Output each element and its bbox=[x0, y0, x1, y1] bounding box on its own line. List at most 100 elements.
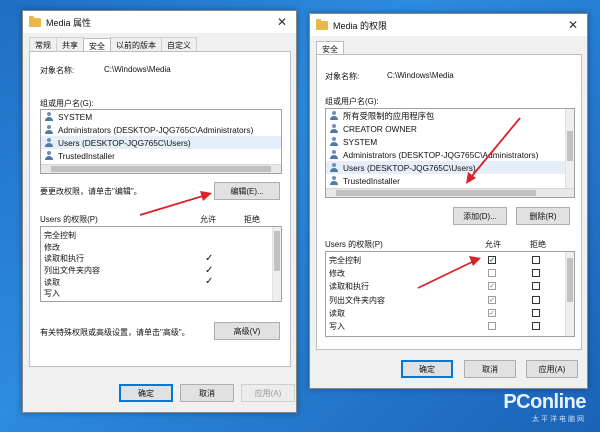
cancel-button[interactable]: 取消 bbox=[180, 384, 234, 402]
permission-row: 写入 bbox=[41, 288, 281, 300]
scroll-thumb[interactable] bbox=[336, 190, 536, 196]
tab-previous-versions[interactable]: 以前的版本 bbox=[110, 37, 162, 51]
permission-label: Users 的权限(P) bbox=[325, 240, 383, 249]
scroll-thumb[interactable] bbox=[51, 166, 271, 172]
dialog-buttons: 确定 取消 应用(A) bbox=[23, 374, 296, 412]
scroll-thumb[interactable] bbox=[567, 258, 573, 302]
watermark: PConline 太平洋电脑网 bbox=[503, 391, 586, 424]
apply-button[interactable]: 应用(A) bbox=[526, 360, 578, 378]
change-hint: 要更改权限，请单击"编辑"。 bbox=[40, 187, 142, 196]
list-item[interactable]: SYSTEM bbox=[326, 135, 574, 148]
user-group-icon bbox=[329, 176, 339, 185]
allow-checkbox[interactable] bbox=[488, 269, 496, 278]
user-group-icon bbox=[44, 151, 54, 160]
permission-name: 完全控制 bbox=[44, 231, 76, 241]
tab-customize[interactable]: 自定义 bbox=[161, 37, 197, 51]
folder-icon bbox=[29, 15, 41, 27]
user-list[interactable]: SYSTEM Administrators (DESKTOP-JQG765C\A… bbox=[40, 109, 282, 174]
list-item[interactable]: TrustedInstaller bbox=[326, 174, 574, 187]
vertical-scrollbar[interactable] bbox=[565, 252, 574, 336]
vertical-scrollbar[interactable] bbox=[565, 109, 574, 188]
permission-name: 修改 bbox=[44, 242, 60, 252]
list-item-selected[interactable]: Users (DESKTOP-JQG765C\Users) bbox=[326, 161, 574, 174]
apply-button[interactable]: 应用(A) bbox=[241, 384, 295, 402]
ok-button[interactable]: 确定 bbox=[401, 360, 453, 378]
deny-header: 拒绝 bbox=[244, 215, 260, 224]
tab-strip: 常规 共享 安全 以前的版本 自定义 bbox=[23, 33, 296, 52]
permission-name: 列出文件夹内容 bbox=[44, 266, 100, 276]
group-label: 组或用户名(G): bbox=[325, 97, 379, 106]
user-group-icon bbox=[329, 137, 339, 146]
deny-checkbox[interactable] bbox=[532, 269, 540, 278]
object-name-value: C:\Windows\Media bbox=[387, 71, 454, 80]
allow-check-icon: ✓ bbox=[205, 253, 214, 265]
advanced-button[interactable]: 高级(V) bbox=[214, 322, 280, 340]
app-package-icon bbox=[329, 111, 339, 120]
object-name-label: 对象名称: bbox=[325, 72, 360, 81]
user-group-icon bbox=[44, 125, 54, 134]
tab-general[interactable]: 常规 bbox=[29, 37, 57, 51]
allow-checkbox[interactable] bbox=[488, 321, 496, 330]
advanced-hint: 有关特殊权限或高级设置，请单击"高级"。 bbox=[40, 328, 190, 337]
user-group-icon bbox=[329, 124, 339, 133]
vertical-scrollbar[interactable] bbox=[272, 227, 281, 301]
deny-checkbox[interactable] bbox=[532, 282, 540, 291]
allow-check-icon: ✓ bbox=[205, 276, 214, 288]
close-icon[interactable]: ✕ bbox=[559, 14, 587, 36]
permission-row: 列出文件夹内容 ✓ bbox=[326, 294, 574, 307]
deny-checkbox[interactable] bbox=[532, 295, 540, 304]
close-icon[interactable]: ✕ bbox=[268, 11, 296, 33]
permission-row: 读取 ✓ bbox=[41, 276, 281, 288]
horizontal-scrollbar[interactable] bbox=[41, 164, 281, 173]
list-item[interactable]: Administrators (DESKTOP-JQG765C\Administ… bbox=[326, 148, 574, 161]
cancel-button[interactable]: 取消 bbox=[464, 360, 516, 378]
deny-checkbox[interactable] bbox=[532, 321, 540, 330]
tab-security[interactable]: 安全 bbox=[316, 41, 344, 55]
title-bar[interactable]: Media 属性 ✕ bbox=[23, 11, 296, 33]
permission-row: 完全控制 bbox=[41, 230, 281, 242]
list-item[interactable]: SYSTEM bbox=[41, 110, 281, 123]
allow-checkbox[interactable]: ✓ bbox=[488, 282, 496, 291]
permission-label: Users 的权限(P) bbox=[40, 215, 98, 224]
remove-button[interactable]: 删除(R) bbox=[516, 207, 570, 225]
user-group-icon bbox=[329, 163, 339, 172]
list-item[interactable]: Administrators (DESKTOP-JQG765C\Administ… bbox=[41, 123, 281, 136]
list-item[interactable]: 所有受限制的应用程序包 bbox=[326, 109, 574, 122]
allow-checkbox[interactable]: ✓ bbox=[488, 256, 496, 264]
list-item[interactable]: CREATOR OWNER bbox=[326, 122, 574, 135]
allow-checkbox[interactable]: ✓ bbox=[488, 308, 496, 317]
permissions-window: Media 的权限 ✕ 安全 对象名称: C:\Windows\Media 组或… bbox=[309, 13, 588, 389]
watermark-sub: 太平洋电脑网 bbox=[532, 416, 586, 423]
dialog-buttons: 确定 取消 应用(A) bbox=[310, 350, 587, 388]
ok-button[interactable]: 确定 bbox=[119, 384, 173, 402]
edit-button[interactable]: 编辑(E)... bbox=[214, 182, 280, 200]
group-label: 组或用户名(G): bbox=[40, 99, 94, 108]
scroll-thumb[interactable] bbox=[567, 131, 573, 161]
allow-check-icon: ✓ bbox=[205, 264, 214, 276]
permission-list: 完全控制 修改 读取和执行 ✓ 列出文件夹内容 ✓ 读取 ✓ 写入 bbox=[40, 226, 282, 302]
watermark-brand: PConline bbox=[503, 391, 586, 413]
window-title: Media 的权限 bbox=[333, 20, 388, 31]
list-item-selected[interactable]: Users (DESKTOP-JQG765C\Users) bbox=[41, 136, 281, 149]
tab-sharing[interactable]: 共享 bbox=[56, 37, 84, 51]
allow-checkbox[interactable]: ✓ bbox=[488, 295, 496, 304]
permission-name: 写入 bbox=[44, 289, 60, 299]
permission-list: 完全控制 ✓ 修改 读取和执行 ✓ 列出文件夹内容 ✓ 读取 ✓ 写入 bbox=[325, 251, 575, 337]
deny-header: 拒绝 bbox=[530, 240, 546, 249]
tab-security[interactable]: 安全 bbox=[83, 38, 111, 52]
user-group-icon bbox=[44, 112, 54, 121]
add-button[interactable]: 添加(D)... bbox=[453, 207, 507, 225]
permission-row: 修改 bbox=[41, 242, 281, 254]
deny-checkbox[interactable] bbox=[532, 256, 540, 264]
list-item[interactable]: TrustedInstaller bbox=[41, 149, 281, 162]
permission-row: 修改 bbox=[326, 267, 574, 280]
permission-row: 完全控制 ✓ bbox=[326, 254, 574, 267]
tab-strip: 安全 bbox=[310, 36, 587, 55]
user-list[interactable]: 所有受限制的应用程序包 CREATOR OWNER SYSTEM Adminis… bbox=[325, 108, 575, 198]
permission-name: 读取 bbox=[44, 277, 60, 287]
folder-icon bbox=[316, 18, 328, 30]
deny-checkbox[interactable] bbox=[532, 308, 540, 317]
title-bar[interactable]: Media 的权限 ✕ bbox=[310, 14, 587, 36]
horizontal-scrollbar[interactable] bbox=[326, 188, 574, 197]
scroll-thumb[interactable] bbox=[274, 231, 280, 271]
